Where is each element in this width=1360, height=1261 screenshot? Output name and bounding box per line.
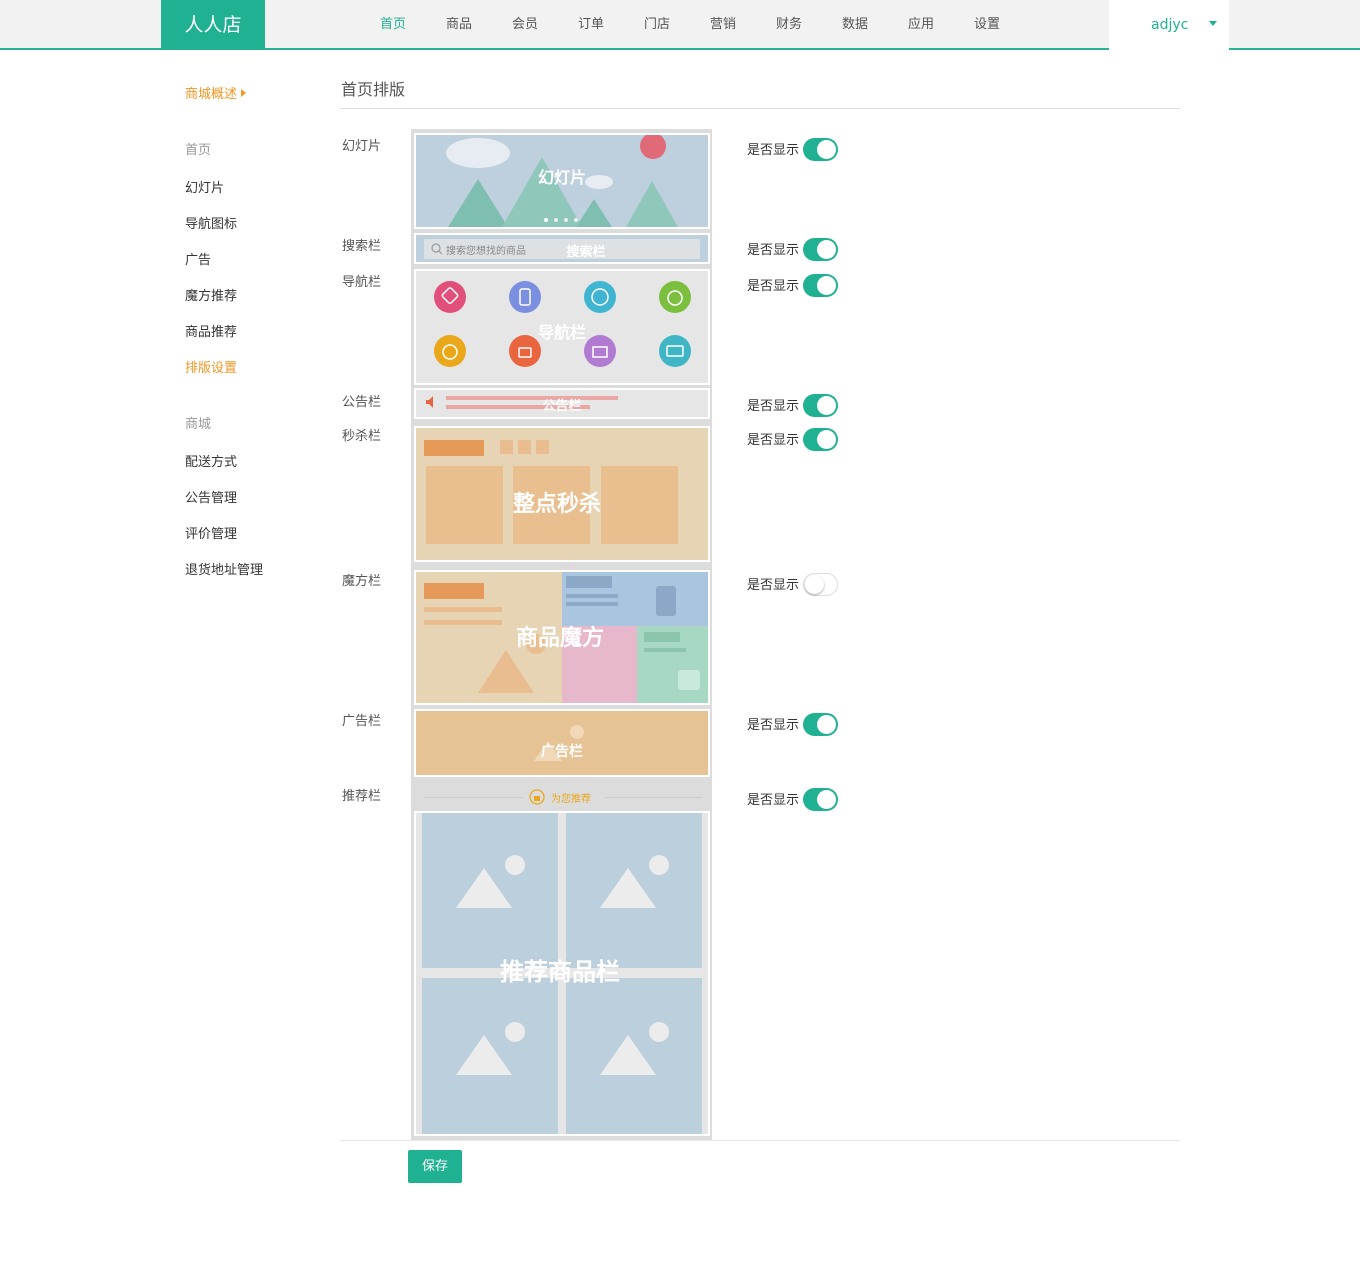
preview-slides[interactable]: 幻灯片 [414,133,710,229]
show-toggle-cube[interactable] [803,573,838,596]
sidebar-item-overview[interactable]: 商城概述 [185,83,247,102]
sidebar-item-product-recommend[interactable]: 商品推荐 [185,321,237,340]
toggle-knob [805,575,824,594]
sidebar-group-home: 首页 [185,143,212,158]
preview-slides-title: 幻灯片 [537,168,586,187]
main-nav: 首页 商品 会员 订单 门店 营销 财务 数据 应用 设置 [360,0,1020,50]
sidebar-group-shop: 商城 [185,417,212,432]
sidebar-item-reviews[interactable]: 评价管理 [185,523,237,542]
preview-search[interactable]: 搜索您想找的商品 搜索栏 [414,233,710,264]
sidebar-item-slides[interactable]: 幻灯片 [185,177,224,196]
page-title: 首页排版 [341,80,406,99]
preview-notice[interactable]: 公告栏 [414,388,710,419]
row-label-notice: 公告栏 [342,395,382,410]
search-icon [431,243,443,255]
nav-orders[interactable]: 订单 [558,0,624,50]
show-label: 是否显示 [747,578,800,593]
sidebar-item-nav-icons[interactable]: 导航图标 [185,213,237,232]
show-toggle-slides[interactable] [803,138,838,161]
caret-right-icon [241,89,247,97]
nav-products[interactable]: 商品 [426,0,492,50]
show-toggle-notice[interactable] [803,394,838,417]
nav-finance[interactable]: 财务 [756,0,822,50]
nav-marketing[interactable]: 营销 [690,0,756,50]
row-label-recommend: 推荐栏 [342,789,382,804]
brand-logo[interactable]: 人人店 [161,0,265,50]
sidebar-item-layout-settings[interactable]: 排版设置 [185,357,237,376]
show-label: 是否显示 [747,793,800,808]
sidebar-item-return-address[interactable]: 退货地址管理 [185,559,263,578]
recommend-header-text: 为您推荐 [551,794,591,805]
sidebar-item-cube[interactable]: 魔方推荐 [185,285,237,304]
preview-nav-title: 导航栏 [537,323,586,342]
sidebar-item-notices[interactable]: 公告管理 [185,487,237,506]
sidebar-item-shipping[interactable]: 配送方式 [185,451,237,470]
nav-stores[interactable]: 门店 [624,0,690,50]
preview-notice-title: 公告栏 [542,399,582,414]
show-toggle-flash-sale[interactable] [803,428,838,451]
divider [340,1140,1180,1141]
show-toggle-ad[interactable] [803,713,838,736]
caret-down-icon[interactable] [1209,21,1217,26]
toggle-knob [817,715,836,734]
preview-cube[interactable]: 商品魔方 [414,570,710,705]
nav-home[interactable]: 首页 [360,0,426,50]
sidebar-item-ads[interactable]: 广告 [185,249,211,268]
nav-data[interactable]: 数据 [822,0,888,50]
preview-ad[interactable]: 广告栏 [414,709,710,777]
nav-members[interactable]: 会员 [492,0,558,50]
show-label: 是否显示 [747,143,800,158]
preview-recommend[interactable]: 推荐商品栏 [414,811,710,1136]
preview-ad-title: 广告栏 [541,744,583,760]
top-navbar: 人人店 首页 商品 会员 订单 门店 营销 财务 数据 应用 设置 adjyc [0,0,1360,50]
show-label: 是否显示 [747,433,800,448]
divider [340,108,1180,109]
show-toggle-nav[interactable] [803,274,838,297]
row-label-ad: 广告栏 [342,714,382,729]
preview-search-title: 搜索栏 [566,245,606,260]
show-toggle-recommend[interactable] [803,788,838,811]
toggle-knob [817,140,836,159]
show-label: 是否显示 [747,279,800,294]
row-label-flash-sale: 秒杀栏 [342,429,382,444]
toggle-knob [817,240,836,259]
row-label-nav: 导航栏 [342,275,382,290]
row-label-slides: 幻灯片 [342,139,382,154]
toggle-knob [817,396,836,415]
search-placeholder: 搜索您想找的商品 [446,246,526,257]
show-label: 是否显示 [747,243,800,258]
preview-flash-sale[interactable]: 整点秒杀 [414,426,710,562]
nav-apps[interactable]: 应用 [888,0,954,50]
sidebar-item-label: 商城概述 [185,87,238,102]
row-label-search: 搜索栏 [342,239,382,254]
show-toggle-search[interactable] [803,238,838,261]
show-label: 是否显示 [747,718,800,733]
row-label-cube: 魔方栏 [342,574,382,589]
user-menu[interactable]: adjyc [1109,0,1229,50]
toggle-knob [817,276,836,295]
toggle-knob [817,430,836,449]
toggle-knob [817,790,836,809]
preview-recommend-title: 推荐商品栏 [500,958,620,986]
nav-settings[interactable]: 设置 [954,0,1020,50]
preview-nav[interactable]: 导航栏 [414,269,710,385]
save-button[interactable]: 保存 [408,1150,462,1183]
preview-cube-title: 商品魔方 [515,626,604,651]
preview-flash-sale-title: 整点秒杀 [512,492,601,517]
recommend-header: 为您推荐 [523,788,605,806]
show-label: 是否显示 [747,399,800,414]
layout-preview: 幻灯片 搜索您想找的商品 搜索栏 导航栏 公告栏 整点秒杀 商品魔方 广告栏 为… [411,129,712,1140]
thumbs-up-icon [529,789,545,805]
username[interactable]: adjyc [1151,0,1188,50]
